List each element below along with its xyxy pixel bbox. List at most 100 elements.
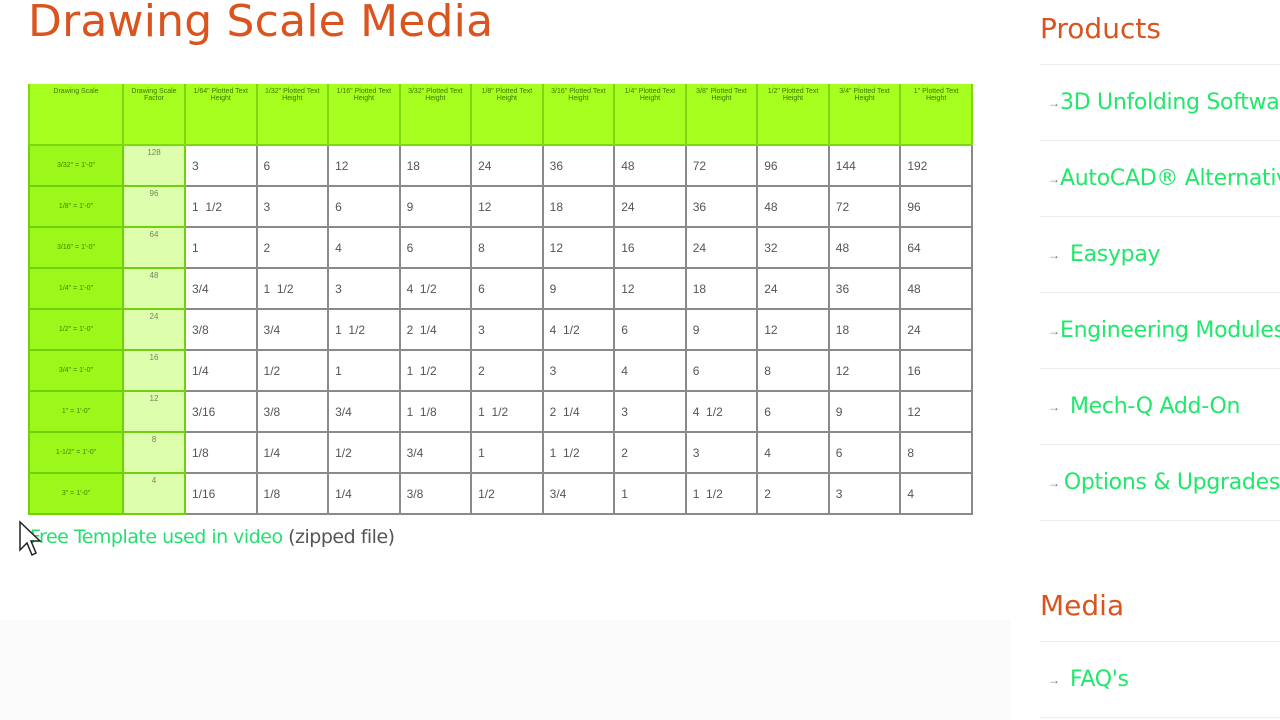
text-height-cell: 144	[827, 144, 902, 187]
text-height-cell: 72	[827, 185, 902, 228]
column-header: 3/4" Plotted Text Height	[827, 84, 902, 146]
text-height-cell: 1/2	[327, 431, 401, 474]
table-row: 3/4" = 1'-0" 16 1/4 1/2 1 1 1/2 2 3 4 6 8 12 16	[28, 349, 973, 392]
column-header: 3/32" Plotted Text Height	[398, 84, 473, 146]
scale-cell: 1" = 1'-0"	[28, 390, 124, 433]
media-heading: Media	[1040, 577, 1280, 642]
text-height-cell: 3	[327, 267, 401, 310]
product-item[interactable]: → Options & Upgrades	[1040, 445, 1280, 521]
text-height-cell: 2	[255, 226, 330, 269]
text-height-cell: 1/2	[470, 472, 544, 515]
scale-factor-cell: 48	[122, 267, 186, 310]
product-link[interactable]: Easypay	[1070, 242, 1161, 267]
text-height-cell: 3/16	[184, 390, 258, 433]
text-height-cell: 8	[470, 226, 544, 269]
text-height-cell: 4	[899, 472, 973, 515]
table-row: 1/2" = 1'-0" 24 3/8 3/4 1 1/2 2 1/4 3 4 1/2 6 9 12…	[28, 308, 973, 351]
arrow-right-icon: →	[1048, 95, 1060, 110]
text-height-cell: 24	[470, 144, 544, 187]
table-row: 3" = 1'-0" 4 1/16 1/8 1/4 3/8 1/2 3/4 1 1 1/2 2 3 4	[28, 472, 973, 515]
scale-cell: 1-1/2" = 1'-0"	[28, 431, 124, 474]
text-height-cell: 1/8	[255, 472, 330, 515]
text-height-cell: 3	[470, 308, 544, 351]
product-link[interactable]: AutoCAD® Alternative	[1060, 166, 1280, 191]
text-height-cell: 2	[613, 431, 687, 474]
product-item[interactable]: → Engineering Modules	[1040, 293, 1280, 369]
text-height-cell: 12	[756, 308, 830, 351]
table-row: 1-1/2" = 1'-0" 8 1/8 1/4 1/2 3/4 1 1 1/2 2 3 4 6 8	[28, 431, 973, 474]
table-row: 3/16" = 1'-0" 64 1 2 4 6 8 12 16 24 32 48 64	[28, 226, 973, 269]
product-link[interactable]: 3D Unfolding Software	[1060, 90, 1280, 115]
text-height-cell: 1/8	[184, 431, 258, 474]
zipped-file-label: (zipped file)	[282, 526, 395, 548]
column-header: Drawing Scale Factor	[122, 84, 186, 146]
text-height-cell: 6	[613, 308, 687, 351]
text-height-cell: 3	[184, 144, 258, 187]
column-header: 1/16" Plotted Text Height	[327, 84, 401, 146]
scale-cell: 3" = 1'-0"	[28, 472, 124, 515]
arrow-right-icon: →	[1048, 399, 1060, 414]
arrow-right-icon: →	[1048, 171, 1060, 186]
text-height-cell: 3/4	[255, 308, 330, 351]
text-height-cell: 12	[613, 267, 687, 310]
text-height-cell: 16	[613, 226, 687, 269]
scale-factor-cell: 4	[122, 472, 186, 515]
product-item[interactable]: → Easypay	[1040, 217, 1280, 293]
product-link[interactable]: Mech-Q Add-On	[1070, 394, 1240, 419]
media-link[interactable]: FAQ's	[1070, 667, 1129, 692]
text-height-cell: 1/4	[327, 472, 401, 515]
text-height-cell: 1 1/2	[255, 267, 330, 310]
column-header: 3/16" Plotted Text Height	[541, 84, 616, 146]
text-height-cell: 1 1/2	[684, 472, 759, 515]
product-item[interactable]: → Mech-Q Add-On	[1040, 369, 1280, 445]
scale-factor-cell: 8	[122, 431, 186, 474]
text-height-cell: 6	[470, 267, 544, 310]
text-height-cell: 3/8	[255, 390, 330, 433]
column-header: 1/8" Plotted Text Height	[470, 84, 544, 146]
text-height-cell: 48	[756, 185, 830, 228]
product-item[interactable]: → 3D Unfolding Software	[1040, 65, 1280, 141]
text-height-cell: 9	[398, 185, 473, 228]
product-item[interactable]: → AutoCAD® Alternative	[1040, 141, 1280, 217]
scale-cell: 3/16" = 1'-0"	[28, 226, 124, 269]
scale-factor-cell: 128	[122, 144, 186, 187]
column-header: 3/8" Plotted Text Height	[684, 84, 759, 146]
scale-cell: 3/4" = 1'-0"	[28, 349, 124, 392]
text-height-cell: 3	[684, 431, 759, 474]
table-row: 1/8" = 1'-0" 96 1 1/2 3 6 9 12 18 24 36 48 72 96	[28, 185, 973, 228]
text-height-cell: 1 1/2	[398, 349, 473, 392]
arrow-right-icon: →	[1048, 672, 1060, 687]
products-heading: Products	[1040, 0, 1280, 65]
arrow-right-icon: →	[1048, 247, 1060, 262]
text-height-cell: 64	[899, 226, 973, 269]
text-height-cell: 3/8	[398, 472, 473, 515]
text-height-cell: 1 1/2	[470, 390, 544, 433]
text-height-cell: 9	[541, 267, 616, 310]
text-height-cell: 1	[184, 226, 258, 269]
text-height-cell: 1 1/2	[184, 185, 258, 228]
text-height-cell: 36	[684, 185, 759, 228]
text-height-cell: 96	[899, 185, 973, 228]
text-height-cell: 4	[613, 349, 687, 392]
text-height-cell: 18	[541, 185, 616, 228]
media-item[interactable]: → FAQ's	[1040, 642, 1280, 718]
products-list: → 3D Unfolding Software → AutoCAD® Alternat…	[1040, 65, 1280, 521]
text-height-cell: 6	[255, 144, 330, 187]
text-height-cell: 1	[470, 431, 544, 474]
scale-factor-cell: 12	[122, 390, 186, 433]
scale-cell: 1/8" = 1'-0"	[28, 185, 124, 228]
scale-cell: 1/2" = 1'-0"	[28, 308, 124, 351]
text-height-cell: 3/4	[398, 431, 473, 474]
product-link[interactable]: Options & Upgrades	[1064, 470, 1280, 495]
text-height-cell: 2	[470, 349, 544, 392]
text-height-cell: 3/4	[541, 472, 616, 515]
scale-cell: 1/4" = 1'-0"	[28, 267, 124, 310]
scale-factor-cell: 64	[122, 226, 186, 269]
arrow-right-icon: →	[1048, 323, 1060, 338]
text-height-cell: 18	[398, 144, 473, 187]
text-height-cell: 1/4	[184, 349, 258, 392]
text-height-cell: 16	[899, 349, 973, 392]
product-link[interactable]: Engineering Modules	[1060, 318, 1280, 343]
text-height-cell: 1/2	[255, 349, 330, 392]
free-template-link[interactable]: Free Template used in video	[30, 526, 283, 548]
